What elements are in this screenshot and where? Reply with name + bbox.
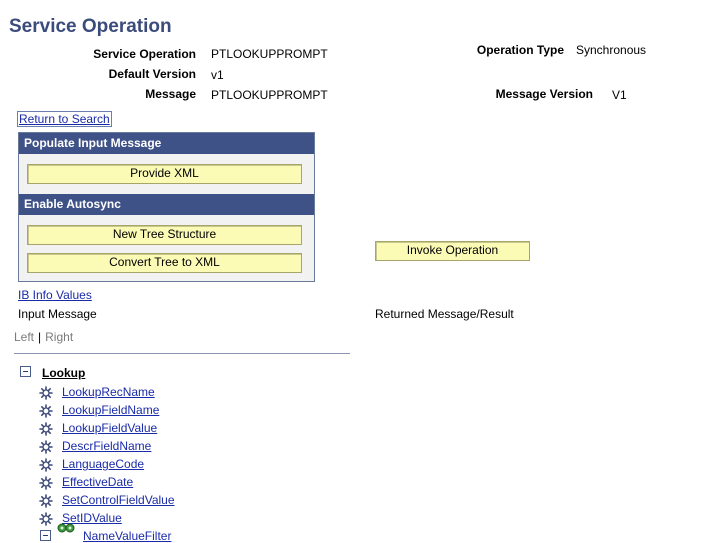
tree-item: LookupFieldValue	[39, 419, 157, 437]
tree-item-link[interactable]: DescrFieldName	[62, 439, 151, 453]
tree-item-namevaluefilter[interactable]: NameValueFilter	[83, 529, 171, 543]
tree-item: SetControlFieldValue	[39, 491, 175, 509]
operation-type-label: Operation Type	[476, 43, 564, 57]
operation-panel: Populate Input Message Provide XML Enabl…	[18, 132, 315, 282]
tree-item: DescrFieldName	[39, 437, 151, 455]
field-node-icon	[39, 404, 53, 418]
field-node-icon	[39, 512, 53, 526]
default-version-value: v1	[211, 68, 224, 82]
field-node-icon	[39, 476, 53, 490]
populate-input-message-header: Populate Input Message	[19, 133, 314, 154]
convert-tree-to-xml-button[interactable]: Convert Tree to XML	[27, 253, 302, 273]
page-title: Service Operation	[9, 16, 172, 37]
service-operation-label: Service Operation	[93, 47, 196, 61]
message-version-label: Message Version	[495, 87, 593, 101]
default-version-label: Default Version	[108, 67, 196, 81]
tab-left[interactable]: Left	[14, 330, 34, 344]
tab-right[interactable]: Right	[45, 330, 73, 344]
tree-item-link[interactable]: LanguageCode	[62, 457, 144, 471]
group-nodes-icon	[57, 523, 75, 533]
tree-item-link[interactable]: LookupRecName	[62, 385, 155, 399]
tree-item-link[interactable]: LookupFieldName	[62, 403, 159, 417]
tree-item-link[interactable]: SetControlFieldValue	[62, 493, 175, 507]
tree-item: EffectiveDate	[39, 473, 133, 491]
tree-root-lookup[interactable]: Lookup	[42, 366, 85, 380]
return-to-search-link[interactable]: Return to Search	[17, 111, 112, 127]
enable-autosync-header: Enable Autosync	[19, 194, 314, 215]
view-tabs: Left | Right	[14, 330, 73, 344]
tree-item: LanguageCode	[39, 455, 144, 473]
field-node-icon	[39, 422, 53, 436]
provide-xml-button[interactable]: Provide XML	[27, 164, 302, 184]
field-node-icon	[39, 494, 53, 508]
ib-info-values-link[interactable]: IB Info Values	[18, 288, 92, 302]
tree-item: SetIDValue	[39, 509, 122, 527]
field-node-icon	[39, 458, 53, 472]
tree-item-link[interactable]: EffectiveDate	[62, 475, 133, 489]
service-operation-value: PTLOOKUPPROMPT	[211, 47, 328, 61]
invoke-operation-button[interactable]: Invoke Operation	[375, 241, 530, 261]
tree-item: LookupRecName	[39, 383, 155, 401]
new-tree-structure-button[interactable]: New Tree Structure	[27, 225, 302, 245]
tab-separator: |	[38, 330, 42, 344]
message-value: PTLOOKUPPROMPT	[211, 88, 328, 102]
field-node-icon	[39, 440, 53, 454]
collapse-lookup-icon[interactable]	[20, 366, 31, 377]
field-node-icon	[39, 386, 53, 400]
tree-item: LookupFieldName	[39, 401, 159, 419]
message-label: Message	[145, 87, 196, 101]
message-version-value: V1	[612, 88, 627, 102]
returned-message-label: Returned Message/Result	[375, 307, 514, 321]
tree-item-link[interactable]: LookupFieldValue	[62, 421, 157, 435]
operation-type-value: Synchronous	[576, 43, 647, 57]
input-message-label: Input Message	[18, 307, 97, 321]
tabs-divider	[14, 353, 350, 354]
